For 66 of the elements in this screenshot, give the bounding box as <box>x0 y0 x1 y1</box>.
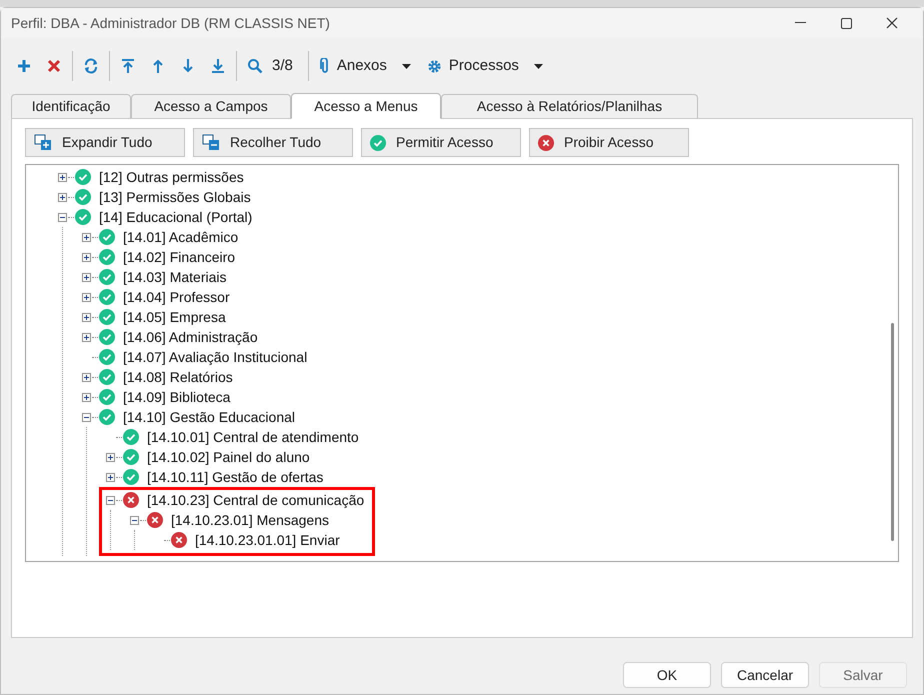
tree-node-label[interactable]: [14.03] Materiais <box>123 266 226 288</box>
x-circle-icon <box>538 134 554 150</box>
dialog-button[interactable]: Cancelar <box>721 662 809 688</box>
expand-icon <box>34 134 52 151</box>
tree-node-label[interactable]: [14.04] Professor <box>123 286 230 308</box>
first-record-icon <box>120 58 136 74</box>
close-icon <box>886 17 898 29</box>
refresh-icon <box>83 58 99 74</box>
tree-node-label[interactable]: [12] Outras permissões <box>99 166 244 188</box>
paperclip-icon <box>320 58 330 74</box>
tab[interactable]: Acesso a Menus <box>291 93 441 119</box>
expand-node-icon[interactable] <box>82 372 91 382</box>
delete-icon <box>46 58 62 74</box>
tree-node-label[interactable]: [13] Permissões Globais <box>99 186 251 208</box>
tab[interactable]: Identificação <box>11 94 131 118</box>
tree-node-label[interactable]: [14.08] Relatórios <box>123 366 233 388</box>
tree-node-label[interactable]: [14.10.11] Gestão de ofertas <box>147 466 324 488</box>
tree-node-label[interactable]: [14.10.23.01] Mensagens <box>171 510 330 530</box>
caret-icon <box>402 64 411 68</box>
action-button[interactable]: Recolher Tudo <box>193 128 353 157</box>
expand-node-icon[interactable] <box>82 332 91 342</box>
action-button[interactable]: Permitir Acesso <box>361 128 521 157</box>
expand-node-icon[interactable] <box>82 312 91 322</box>
tree-node-label[interactable]: [14.10.23.01.01] Enviar <box>195 530 340 550</box>
expand-node-icon[interactable] <box>58 172 67 182</box>
toolbar-menu-button[interactable]: Anexos <box>312 51 419 81</box>
tree-node-label[interactable]: [14] Educacional (Portal) <box>99 206 252 228</box>
record-counter: 3/8 <box>272 56 293 76</box>
expand-node-icon[interactable] <box>106 452 115 462</box>
expand-node-icon[interactable] <box>82 272 91 282</box>
collapse-icon <box>202 134 220 151</box>
tree-node-label[interactable]: [14.07] Avaliação Institucional <box>123 346 308 368</box>
collapse-node-icon[interactable] <box>130 516 139 524</box>
tree-node-label[interactable]: [14.09] Biblioteca <box>123 386 230 408</box>
gear-icon <box>426 58 442 74</box>
tree-node-label[interactable]: [14.01] Acadêmico <box>123 226 238 248</box>
tree-node-label[interactable]: [14.10.02] Painel do aluno <box>147 446 310 468</box>
expand-node-icon[interactable] <box>82 292 91 302</box>
caret-icon <box>534 64 543 68</box>
tree-node-label[interactable]: [14.06] Administração <box>123 326 258 348</box>
action-button[interactable]: Proibir Acesso <box>529 128 689 157</box>
last-record-icon <box>210 58 226 74</box>
expand-node-icon[interactable] <box>82 252 91 262</box>
tree-node-label[interactable]: [14.10] Gestão Educacional <box>123 406 296 428</box>
dialog-button[interactable]: OK <box>623 662 711 688</box>
expand-node-icon[interactable] <box>106 472 115 482</box>
check-circle-icon <box>370 134 386 150</box>
collapse-node-icon[interactable] <box>106 496 115 504</box>
expand-node-icon[interactable] <box>82 232 91 242</box>
collapse-node-icon[interactable] <box>82 412 91 422</box>
window-title: Perfil: DBA - Administrador DB (RM CLASSIS NET) <box>11 14 331 33</box>
add-icon <box>16 58 32 74</box>
action-button[interactable]: Expandir Tudo <box>25 128 185 157</box>
maximize-icon <box>840 18 852 28</box>
search-icon <box>247 58 263 74</box>
tree-node-label[interactable]: [14.02] Financeiro <box>123 246 236 268</box>
tab[interactable]: Acesso à Relatórios/Planilhas <box>441 94 698 118</box>
minimize-icon <box>794 22 806 24</box>
tree-node-label[interactable]: [14.05] Empresa <box>123 306 226 328</box>
collapse-node-icon[interactable] <box>58 212 67 222</box>
expand-node-icon[interactable] <box>82 392 91 402</box>
tab[interactable]: Acesso a Campos <box>131 94 291 118</box>
tree-node-label[interactable]: [14.10.01] Central de atendimento <box>147 426 359 448</box>
expand-node-icon[interactable] <box>58 192 67 202</box>
tree-node-label[interactable]: [14.10.23] Central de comunicação <box>147 490 364 510</box>
toolbar-menu-button[interactable]: Processos <box>418 51 551 81</box>
